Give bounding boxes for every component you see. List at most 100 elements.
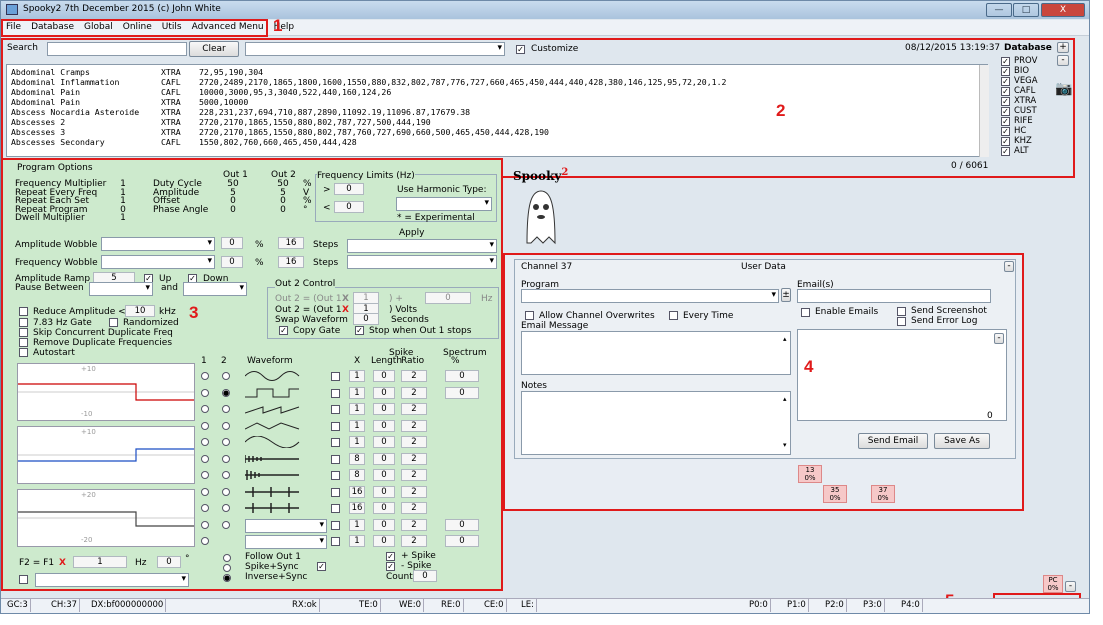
inverse-sync-radio[interactable]: ● xyxy=(223,574,231,582)
spike-length[interactable]: 0 xyxy=(373,535,395,547)
database-item-khz[interactable]: ✓ KHZ xyxy=(1001,136,1059,146)
spike-ratio[interactable]: 2 xyxy=(401,386,427,399)
skip-duplicates-checkbox[interactable] xyxy=(19,328,28,337)
program-row[interactable]: Abscess Nocardia Asteroide XTRA 228,231,23… xyxy=(11,107,983,117)
waveform-invert-checkbox[interactable] xyxy=(331,537,340,546)
customize-checkbox[interactable]: ✓ xyxy=(516,45,525,54)
amplitude-wobble-percent[interactable]: 0 xyxy=(221,237,243,249)
every-time-checkbox[interactable] xyxy=(669,311,678,320)
out2-waveform-radio[interactable] xyxy=(222,454,230,463)
out1-waveform-radio[interactable] xyxy=(201,388,209,397)
maximize-button[interactable]: □ xyxy=(1013,3,1039,17)
waveform-multiplier[interactable]: 16 xyxy=(349,485,365,498)
waveform-multiplier[interactable]: 8 xyxy=(349,452,365,465)
out2-waveform-radio[interactable] xyxy=(222,487,230,496)
out1-waveform-radio[interactable] xyxy=(201,537,209,545)
spike-length[interactable]: 0 xyxy=(373,502,395,514)
channel-35-button[interactable]: 35 0% xyxy=(823,485,847,503)
out2-waveform-radio[interactable] xyxy=(222,504,230,512)
waveform-multiplier[interactable]: 16 xyxy=(349,502,365,514)
out2-waveform-radio[interactable] xyxy=(222,471,230,479)
out1-waveform-radio[interactable] xyxy=(201,421,209,430)
apply-dropdown-2[interactable] xyxy=(347,255,497,269)
preset-dropdown[interactable] xyxy=(35,573,189,587)
program-row[interactable]: Abscesses 2 XTRA 2720,2170,1865,1550,880,8… xyxy=(11,117,983,127)
spectrum-percent[interactable]: 0 xyxy=(445,518,479,531)
database-item-cafl[interactable]: ✓ CAFL xyxy=(1001,86,1059,96)
waveform-multiplier[interactable]: 1 xyxy=(349,436,365,448)
randomized-checkbox[interactable] xyxy=(109,318,118,327)
waveform-multiplier[interactable]: 1 xyxy=(349,370,365,382)
email-scroll-up[interactable]: ▴ xyxy=(783,335,787,343)
waveform-multiplier[interactable]: 1 xyxy=(349,419,365,432)
database-checkbox[interactable]: ✓ xyxy=(1001,96,1010,106)
gate-checkbox[interactable] xyxy=(19,318,28,327)
program-row[interactable]: Abdominal Inflammation CAFL 2720,2489,2170… xyxy=(11,77,983,87)
waveform-invert-checkbox[interactable] xyxy=(331,487,340,497)
out2-waveform-radio[interactable] xyxy=(222,520,230,529)
freq-limit-min[interactable]: 0 xyxy=(334,183,364,195)
spike-ratio[interactable]: 2 xyxy=(401,403,427,415)
waveform-invert-checkbox[interactable] xyxy=(331,405,340,414)
out1-waveform-radio[interactable] xyxy=(201,504,209,512)
database-checkbox[interactable]: ✓ xyxy=(1001,146,1010,156)
send-error-log-checkbox[interactable] xyxy=(897,317,906,326)
out2-waveform-radio[interactable] xyxy=(222,421,230,430)
copy-gate-checkbox[interactable]: ✓ xyxy=(279,326,288,335)
harmonic-dropdown[interactable] xyxy=(396,197,492,211)
option-value[interactable]: 1 xyxy=(113,213,133,223)
channel-37-button[interactable]: 37 0% xyxy=(871,485,895,503)
spike-ratio[interactable]: 2 xyxy=(401,452,427,465)
spike-ratio[interactable]: 2 xyxy=(401,535,427,547)
database-checkbox[interactable]: ✓ xyxy=(1001,106,1010,116)
out1-waveform-radio[interactable] xyxy=(201,454,209,463)
spike-length[interactable]: 0 xyxy=(373,370,395,382)
spike-sync-radio[interactable] xyxy=(223,564,231,572)
out2-waveform-radio[interactable] xyxy=(222,438,230,446)
out2-waveform-radio[interactable]: ● xyxy=(222,388,230,397)
email-log-collapse-button[interactable]: - xyxy=(994,333,1004,344)
program-row[interactable]: Abscesses 3 XTRA 2720,2170,1865,1550,880,8… xyxy=(11,127,983,137)
stop-when-checkbox[interactable]: ✓ xyxy=(355,326,364,335)
database-checkbox[interactable]: ✓ xyxy=(1001,86,1010,96)
spike-length[interactable]: 0 xyxy=(373,469,395,481)
send-email-button[interactable]: Send Email xyxy=(858,433,928,449)
spectrum-percent[interactable]: 0 xyxy=(445,370,479,382)
follow-radio[interactable] xyxy=(223,554,231,562)
pc-button[interactable]: PC 0% xyxy=(1043,575,1063,593)
waveform-invert-checkbox[interactable] xyxy=(331,388,340,398)
apply-dropdown-1[interactable] xyxy=(347,239,497,253)
waveform-multiplier[interactable]: 1 xyxy=(349,403,365,415)
camera-icon[interactable]: 📷 xyxy=(1055,81,1072,97)
database-checkbox[interactable]: ✓ xyxy=(1001,116,1010,126)
f2-phase[interactable]: 0 xyxy=(157,556,181,568)
clear-button[interactable]: Clear xyxy=(189,41,239,57)
out1-waveform-radio[interactable] xyxy=(201,487,209,496)
notes-textarea[interactable] xyxy=(521,391,791,455)
spike-length[interactable]: 0 xyxy=(373,485,395,498)
frequency-wobble-percent[interactable]: 0 xyxy=(221,256,243,268)
waveform-invert-checkbox[interactable] xyxy=(331,520,340,530)
search-dropdown[interactable] xyxy=(245,42,505,56)
out1-waveform-radio[interactable] xyxy=(201,520,209,529)
spike-length[interactable]: 0 xyxy=(373,386,395,399)
program-list-scrollbar[interactable] xyxy=(979,65,989,157)
waveform-multiplier[interactable]: 1 xyxy=(349,535,365,547)
close-button[interactable]: X xyxy=(1041,3,1085,17)
database-item-bio[interactable]: ✓ BIO xyxy=(1001,66,1059,76)
spike-ratio[interactable]: 2 xyxy=(401,436,427,448)
swap-seconds[interactable]: 0 xyxy=(353,313,379,325)
pc-collapse-button[interactable]: - xyxy=(1065,581,1076,592)
notes-scroll-up[interactable]: ▴ xyxy=(783,395,787,403)
waveform-invert-checkbox[interactable] xyxy=(331,438,340,447)
channel-program-dropdown[interactable] xyxy=(521,289,779,303)
send-screenshot-checkbox[interactable] xyxy=(897,307,906,316)
waveform-invert-checkbox[interactable] xyxy=(331,372,340,381)
spike-ratio[interactable]: 2 xyxy=(401,502,427,514)
waveform-multiplier[interactable]: 1 xyxy=(349,386,365,399)
out1-waveform-radio[interactable] xyxy=(201,438,209,446)
amplitude-wobble-steps[interactable]: 16 xyxy=(278,237,304,249)
enable-emails-checkbox[interactable] xyxy=(801,308,810,317)
pause-dropdown-1[interactable] xyxy=(89,282,153,296)
database-checkbox[interactable]: ✓ xyxy=(1001,136,1010,146)
